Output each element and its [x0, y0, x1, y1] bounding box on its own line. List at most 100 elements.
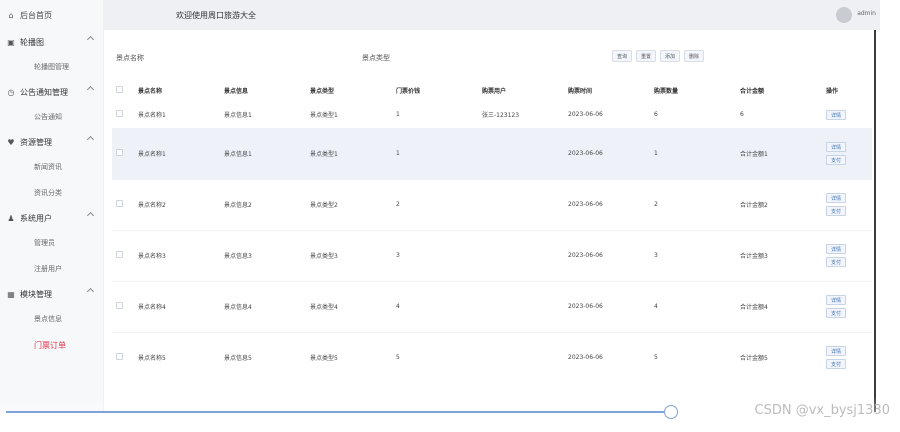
cell-actions: 详情 支付 [822, 178, 872, 230]
sidebar-group-modules[interactable]: ▦ 模块管理 [0, 282, 103, 306]
cell-price: 2 [392, 178, 478, 230]
cell-total: 合计金额3 [736, 229, 822, 281]
sidebar-item-admins[interactable]: 管理员 [0, 230, 103, 256]
main-content: 景点名称 景点类型 查询 重置 添加 删除 景点名称 景点信息 景点类型 门票价… [104, 30, 876, 412]
column-header: 购票数量 [654, 87, 679, 95]
cell-total: 合计金额1 [736, 127, 822, 179]
sidebar-group-resources[interactable]: ♥ 资源管理 [0, 130, 103, 154]
add-button[interactable]: 添加 [660, 50, 681, 62]
sidebar-group-label: 资源管理 [20, 137, 52, 147]
detail-button[interactable]: 详情 [826, 193, 846, 203]
pay-button[interactable]: 支付 [826, 257, 846, 267]
home-icon: ⌂ [8, 10, 14, 20]
cell-user: 张三-123123 [482, 112, 520, 120]
sidebar-group-users[interactable]: ♟ 系统用户 [0, 206, 103, 230]
cell-type: 景点类型1 [306, 127, 392, 179]
detail-button[interactable]: 详情 [826, 295, 846, 305]
pay-button[interactable]: 支付 [826, 206, 846, 216]
cell-type: 景点类型4 [306, 280, 392, 332]
row-select-cell[interactable] [112, 229, 134, 281]
clock-icon: ◷ [7, 87, 15, 97]
row-checkbox[interactable] [116, 110, 123, 118]
row-select-cell[interactable] [112, 280, 134, 332]
row-select-cell[interactable] [112, 331, 134, 383]
cell-info: 景点信息5 [220, 331, 306, 383]
cell-user [478, 127, 564, 179]
horizontal-scrollbar-track[interactable] [6, 411, 672, 413]
sidebar-item-news[interactable]: 新闻资讯 [0, 154, 103, 180]
cell-user [478, 178, 564, 230]
cell-price: 4 [392, 280, 478, 332]
cell-qty: 5 [650, 331, 736, 383]
row-checkbox[interactable] [116, 200, 123, 207]
column-header: 购票时间 [568, 87, 593, 95]
chevron-up-icon [86, 287, 95, 296]
sidebar-item-carousel-manage[interactable]: 轮播图管理 [0, 54, 103, 80]
row-checkbox[interactable] [116, 302, 123, 309]
column-header: 购票用户 [482, 87, 507, 95]
cell-total: 合计金额4 [736, 280, 822, 332]
sidebar-group-carousel[interactable]: ▣ 轮播图 [0, 30, 103, 54]
sidebar-item-scenic-info[interactable]: 景点信息 [0, 306, 103, 332]
chevron-up-icon [86, 135, 95, 144]
column-header: 景点信息 [224, 87, 249, 95]
sidebar-group-label: 模块管理 [20, 289, 52, 299]
cell-user [478, 280, 564, 332]
cell-price: 5 [392, 331, 478, 383]
row-select-cell[interactable] [112, 127, 134, 179]
chevron-up-icon [86, 85, 95, 94]
row-select-cell[interactable] [112, 102, 134, 128]
sidebar-group-label: 轮播图 [20, 37, 44, 47]
column-header: 门票价钱 [396, 87, 421, 95]
top-header: 欢迎使用周口旅游大全 admin [104, 0, 880, 30]
detail-button[interactable]: 详情 [826, 244, 846, 254]
pay-button[interactable]: 支付 [826, 359, 846, 370]
cell-user [478, 229, 564, 281]
select-all-cell[interactable] [112, 78, 134, 102]
sidebar-item-news-category[interactable]: 资讯分类 [0, 180, 103, 206]
detail-button[interactable]: 详情 [826, 346, 846, 357]
table-row: 景点名称3 景点信息3 景点类型3 3 2023-06-06 3 合计金额3 详… [112, 229, 872, 281]
cell-info: 景点信息1 [220, 127, 306, 179]
cell-total: 6 [740, 111, 744, 119]
cell-actions: 详情 支付 [822, 229, 872, 281]
sidebar-group-label: 公告通知管理 [20, 87, 68, 97]
detail-button[interactable]: 详情 [826, 109, 846, 120]
cell-time: 2023-06-06 [564, 280, 650, 332]
sidebar-item-notice[interactable]: 公告通知 [0, 104, 103, 130]
row-checkbox[interactable] [116, 353, 123, 361]
cell-actions: 详情 支付 [822, 127, 872, 179]
filter-bar: 景点名称 景点类型 查询 重置 添加 删除 [104, 30, 874, 78]
row-checkbox[interactable] [116, 149, 123, 156]
table-row: 景点名称5 景点信息5 景点类型5 5 2023-06-06 5 合计金额5 详… [112, 331, 872, 383]
detail-button[interactable]: 详情 [826, 142, 846, 152]
select-all-checkbox[interactable] [116, 85, 123, 93]
search-button[interactable]: 查询 [612, 50, 633, 62]
cell-time: 2023-06-06 [564, 178, 650, 230]
sidebar-item-ticket-orders[interactable]: 门票订单 [0, 332, 103, 358]
cell-time: 2023-06-06 [564, 229, 650, 281]
sidebar-home-label: 后台首页 [20, 10, 52, 20]
pay-button[interactable]: 支付 [826, 155, 846, 165]
welcome-text: 欢迎使用周口旅游大全 [176, 10, 256, 20]
cell-info: 景点信息4 [220, 280, 306, 332]
sidebar-group-notice[interactable]: ◷ 公告通知管理 [0, 80, 103, 104]
cell-info: 景点信息3 [220, 229, 306, 281]
avatar[interactable] [836, 7, 852, 23]
sidebar-home[interactable]: ⌂ 后台首页 [0, 0, 103, 30]
cell-qty: 6 [654, 111, 658, 119]
scrollbar-handle[interactable] [664, 405, 678, 419]
grid-icon: ▦ [7, 289, 15, 299]
delete-button[interactable]: 删除 [684, 50, 705, 62]
column-header: 景点名称 [138, 87, 163, 95]
cell-name: 景点名称1 [134, 127, 220, 179]
username[interactable]: admin [857, 10, 876, 17]
row-checkbox[interactable] [116, 251, 123, 258]
sidebar-item-registered-users[interactable]: 注册用户 [0, 256, 103, 282]
cell-qty: 2 [650, 178, 736, 230]
pay-button[interactable]: 支付 [826, 308, 846, 318]
row-select-cell[interactable] [112, 178, 134, 230]
cell-name: 景点名称2 [134, 178, 220, 230]
cell-price: 1 [392, 127, 478, 179]
reset-button[interactable]: 重置 [636, 50, 657, 62]
